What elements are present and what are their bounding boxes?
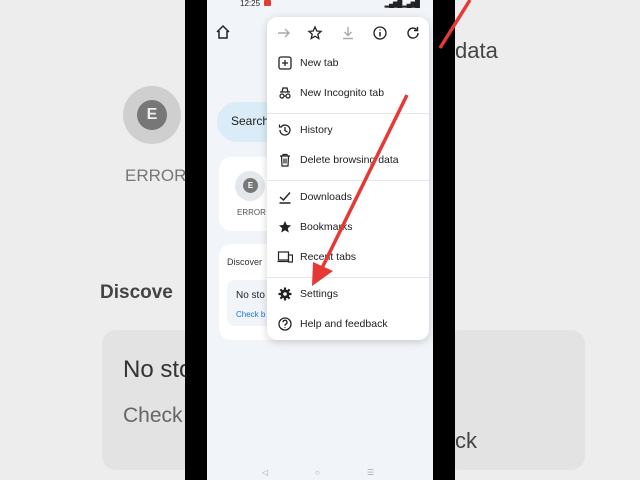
nav-home-icon[interactable]: ○ bbox=[315, 468, 320, 477]
trash-icon bbox=[280, 153, 290, 167]
letterbox-right bbox=[433, 0, 455, 480]
no-stories-text: No sto bbox=[236, 290, 265, 301]
menu-item-recent-tabs[interactable]: Recent tabs bbox=[267, 242, 429, 272]
menu-toolbar bbox=[267, 17, 429, 51]
menu-item-label: History bbox=[300, 124, 333, 136]
home-icon[interactable] bbox=[215, 24, 231, 40]
star-icon bbox=[279, 221, 291, 233]
downloads-icon bbox=[279, 192, 291, 204]
tile-label: ERROR bbox=[237, 208, 266, 217]
signal-icon: ▂▄▆█ ▂▄▆█ bbox=[384, 1, 420, 8]
menu-item-new-tab[interactable]: New tab bbox=[267, 48, 429, 78]
menu-item-bookmarks[interactable]: Bookmarks bbox=[267, 212, 429, 242]
menu-item-label: Bookmarks bbox=[300, 221, 353, 233]
nav-recents-icon[interactable]: ☰ bbox=[367, 468, 374, 477]
discover-title: Discover bbox=[227, 257, 263, 267]
info-icon[interactable] bbox=[372, 25, 388, 41]
forward-icon[interactable] bbox=[276, 25, 292, 41]
blurred-left-panel: E ERROR Discove No sto Check bbox=[0, 0, 185, 480]
search-text: Search bbox=[231, 114, 270, 128]
menu-divider bbox=[267, 113, 429, 114]
devices-icon bbox=[277, 251, 293, 263]
menu-item-label: Help and feedback bbox=[300, 318, 388, 330]
nav-bar: ◁ ○ ☰ bbox=[207, 468, 433, 480]
blurred-no-stories: No sto bbox=[123, 356, 185, 383]
menu-divider bbox=[267, 277, 429, 278]
status-bar: 12:25 ▂▄▆█ ▂▄▆█ bbox=[207, 0, 433, 10]
menu-item-label: New Incognito tab bbox=[300, 87, 385, 99]
tile-letter: E bbox=[243, 178, 258, 193]
phone-screen: 12:25 ▂▄▆█ ▂▄▆█ Search E ERROR Discover … bbox=[207, 0, 433, 480]
menu-item-downloads[interactable]: Downloads bbox=[267, 182, 429, 212]
gear-icon bbox=[278, 287, 292, 301]
tile-favicon: E bbox=[235, 171, 265, 201]
blurred-right-panel: data ck bbox=[455, 0, 640, 480]
nav-back-icon[interactable]: ◁ bbox=[262, 468, 268, 477]
menu-item-delete-browsing-data[interactable]: Delete browsing data bbox=[267, 145, 429, 175]
menu-item-history[interactable]: History bbox=[267, 115, 429, 145]
chrome-overflow-menu: New tab New Incognito tab History Delete… bbox=[267, 17, 429, 340]
status-time: 12:25 bbox=[240, 0, 261, 8]
menu-item-label: Delete browsing data bbox=[300, 154, 399, 166]
download-icon[interactable] bbox=[340, 25, 356, 41]
incognito-icon bbox=[279, 87, 291, 99]
blurred-error-label: ERROR bbox=[125, 166, 185, 185]
blurred-discover: Discove bbox=[100, 282, 173, 303]
plus-box-icon bbox=[278, 56, 292, 70]
check-link[interactable]: Check b bbox=[236, 310, 265, 319]
blurred-check: Check bbox=[123, 404, 183, 427]
menu-item-settings[interactable]: Settings bbox=[267, 279, 429, 309]
menu-item-label: Recent tabs bbox=[300, 251, 357, 263]
menu-divider bbox=[267, 180, 429, 181]
letterbox-left bbox=[185, 0, 207, 480]
menu-item-label: Downloads bbox=[300, 191, 352, 203]
menu-item-label: New tab bbox=[300, 57, 339, 69]
bookmark-star-icon[interactable] bbox=[307, 25, 323, 41]
menu-item-new-incognito-tab[interactable]: New Incognito tab bbox=[267, 78, 429, 108]
blurred-ck-text: ck bbox=[455, 428, 477, 453]
menu-item-help-and-feedback[interactable]: Help and feedback bbox=[267, 309, 429, 339]
blurred-card bbox=[102, 330, 185, 470]
reload-icon[interactable] bbox=[405, 25, 421, 41]
blurred-avatar: E bbox=[123, 86, 181, 144]
blurred-data-text: data bbox=[455, 38, 498, 63]
menu-item-label: Settings bbox=[300, 288, 338, 300]
recording-icon bbox=[264, 0, 271, 6]
blurred-avatar-letter: E bbox=[137, 100, 167, 130]
help-icon bbox=[278, 317, 292, 331]
history-icon bbox=[278, 124, 291, 136]
